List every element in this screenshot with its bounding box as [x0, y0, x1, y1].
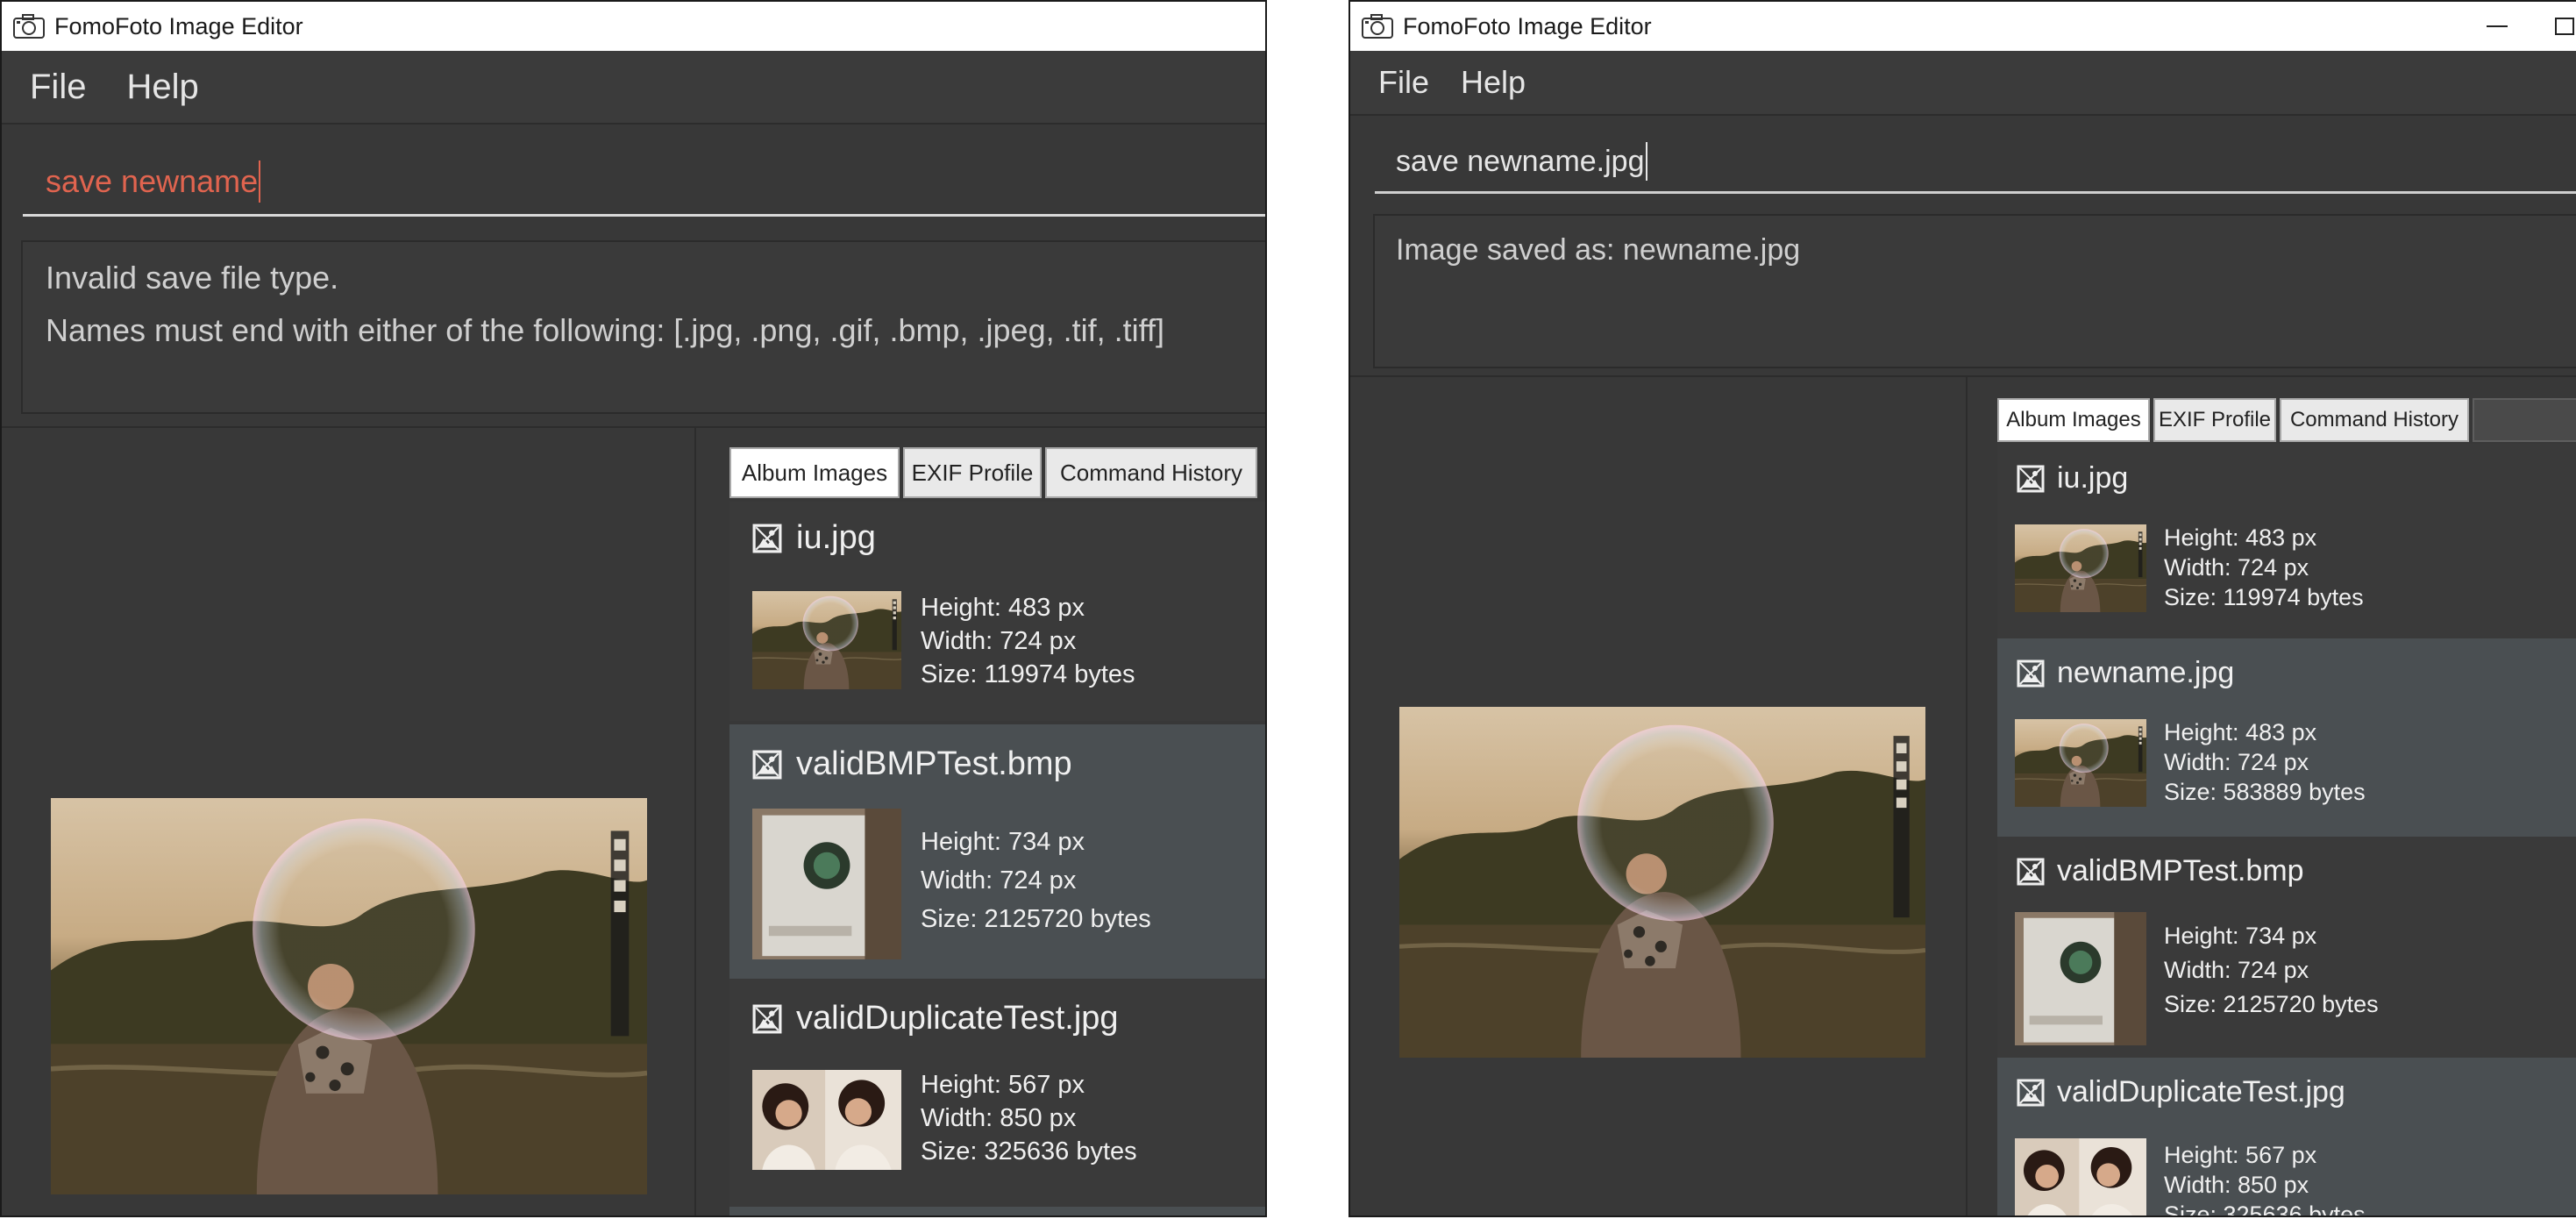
image-file-icon	[752, 1004, 782, 1034]
text-caret	[259, 160, 261, 203]
list-item[interactable]: iu.jpg Height: 483 px Width: 724 px Size…	[1997, 444, 2576, 638]
image-size: Size: 2125720 bytes	[2164, 991, 2379, 1017]
left-app-window: FomoFoto Image Editor File Help save new…	[0, 0, 1267, 1217]
image-height: Height: 734 px	[921, 828, 1085, 856]
image-height: Height: 483 px	[2164, 524, 2317, 551]
list-item[interactable]: validDuplicateTest.jpg Height: 567 px Wi…	[729, 979, 1265, 1207]
image-file-icon	[752, 524, 782, 553]
command-input[interactable]: save newname	[23, 149, 1265, 217]
image-file-icon	[2017, 659, 2045, 688]
title-bar: FomoFoto Image Editor	[2, 2, 1265, 51]
menu-file[interactable]: File	[30, 68, 86, 107]
image-height: Height: 483 px	[921, 594, 1085, 622]
camera-icon	[1361, 13, 1394, 39]
menu-file[interactable]: File	[1378, 64, 1429, 101]
album-image-list: iu.jpg Height: 483 px Width: 724 px Size…	[729, 502, 1265, 1215]
image-width: Width: 724 px	[2164, 554, 2309, 581]
result-line: Invalid save file type.	[46, 260, 339, 296]
list-item[interactable]: validBMPTest.bmp Height: 734 px Width: 7…	[1997, 837, 2576, 1058]
image-width: Width: 724 px	[921, 866, 1077, 895]
image-file-icon	[2017, 858, 2045, 886]
list-item[interactable]: validBMPTest.bmp Height: 734 px Width: 7…	[729, 724, 1265, 979]
image-name: validDuplicateTest.jpg	[2057, 1075, 2345, 1109]
maximize-button[interactable]	[2555, 18, 2574, 35]
image-width: Width: 850 px	[2164, 1172, 2309, 1198]
image-thumbnail	[2015, 912, 2146, 1045]
image-size: Size: 583889 bytes	[2164, 779, 2366, 805]
list-item[interactable]	[729, 1207, 1265, 1215]
tab-album-images[interactable]: Album Images	[729, 447, 900, 498]
divider	[1350, 375, 2576, 377]
image-width: Width: 850 px	[921, 1104, 1077, 1132]
image-name: iu.jpg	[2057, 461, 2129, 495]
image-name: iu.jpg	[796, 519, 876, 556]
image-thumbnail	[752, 591, 901, 689]
image-preview	[1399, 707, 1925, 1058]
result-display: Invalid save file type. Names must end w…	[21, 240, 1265, 414]
image-file-icon	[2017, 1079, 2045, 1107]
result-display: Image saved as: newname.jpg	[1373, 214, 2576, 368]
image-file-icon	[752, 750, 782, 780]
command-input[interactable]: save newname.jpg	[1375, 132, 2576, 194]
text-caret	[1645, 142, 1647, 181]
image-height: Height: 567 px	[921, 1071, 1085, 1099]
image-thumbnail	[752, 1070, 901, 1170]
result-line: Image saved as: newname.jpg	[1396, 233, 1801, 267]
tab-command-history[interactable]: Command History	[2280, 398, 2469, 442]
split-divider[interactable]	[1966, 377, 1968, 1215]
image-height: Height: 567 px	[2164, 1142, 2317, 1168]
menu-help[interactable]: Help	[1461, 64, 1526, 101]
menu-bar: File Help	[1350, 51, 2576, 116]
list-item[interactable]: validDuplicateTest.jpg Height: 567 px Wi…	[1997, 1058, 2576, 1217]
tab-bar-fill	[2473, 398, 2576, 442]
tab-album-images[interactable]: Album Images	[1997, 398, 2150, 442]
command-text[interactable]: save newname	[46, 163, 258, 200]
divider	[2, 426, 1265, 428]
tab-exif-profile[interactable]: EXIF Profile	[2153, 398, 2276, 442]
title-bar: FomoFoto Image Editor	[1350, 2, 2576, 51]
image-size: Size: 119974 bytes	[921, 660, 1135, 688]
tab-exif-profile[interactable]: EXIF Profile	[903, 447, 1042, 498]
menu-help[interactable]: Help	[126, 68, 198, 107]
image-name: validDuplicateTest.jpg	[796, 1000, 1119, 1037]
tab-command-history[interactable]: Command History	[1045, 447, 1257, 498]
image-thumbnail	[2015, 719, 2146, 807]
tab-bar: Album Images EXIF Profile Command Histor…	[1997, 398, 2576, 442]
window-title: FomoFoto Image Editor	[54, 12, 303, 39]
image-height: Height: 483 px	[2164, 719, 2317, 745]
minimize-button[interactable]	[2487, 25, 2508, 27]
image-thumbnail	[752, 809, 901, 959]
image-thumbnail	[2015, 1138, 2146, 1217]
image-size: Size: 325636 bytes	[2164, 1201, 2366, 1217]
tab-bar: Album Images EXIF Profile Command Histor…	[729, 447, 1265, 498]
window-title: FomoFoto Image Editor	[1403, 12, 1652, 39]
image-width: Width: 724 px	[2164, 749, 2309, 775]
image-thumbnail	[2015, 524, 2146, 612]
split-divider[interactable]	[694, 428, 696, 1215]
result-line: Names must end with either of the follow…	[46, 312, 1164, 348]
image-size: Size: 2125720 bytes	[921, 905, 1151, 933]
list-item[interactable]: newname.jpg Height: 483 px Width: 724 px…	[1997, 638, 2576, 837]
image-preview	[51, 798, 647, 1194]
right-app-window: FomoFoto Image Editor File Help save new…	[1348, 0, 2576, 1217]
album-image-list: iu.jpg Height: 483 px Width: 724 px Size…	[1997, 444, 2576, 1217]
image-size: Size: 325636 bytes	[921, 1137, 1137, 1166]
image-name: validBMPTest.bmp	[796, 745, 1072, 782]
image-size: Size: 119974 bytes	[2164, 584, 2364, 610]
command-text[interactable]: save newname.jpg	[1396, 145, 1645, 179]
image-width: Width: 724 px	[921, 627, 1077, 655]
camera-icon	[12, 13, 46, 39]
image-name: validBMPTest.bmp	[2057, 854, 2304, 888]
image-file-icon	[2017, 465, 2045, 493]
image-name: newname.jpg	[2057, 656, 2235, 689]
image-width: Width: 724 px	[2164, 957, 2309, 983]
image-height: Height: 734 px	[2164, 923, 2317, 949]
menu-bar: File Help	[2, 51, 1265, 125]
list-item[interactable]: iu.jpg Height: 483 px Width: 724 px Size…	[729, 502, 1265, 721]
